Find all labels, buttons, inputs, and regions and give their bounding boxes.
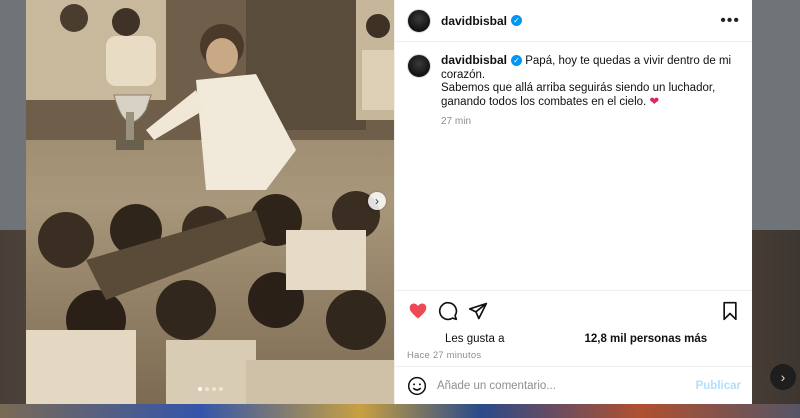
caption-avatar[interactable] — [407, 54, 431, 78]
caption-verified-badge-icon: ✓ — [511, 55, 523, 67]
verified-badge-icon: ✓ — [511, 15, 523, 26]
carousel-dot-4 — [218, 387, 223, 391]
carousel-dot-3 — [211, 387, 216, 391]
likes-prefix: Les gusta a — [445, 333, 505, 345]
background-thumbnails — [0, 404, 800, 418]
background-next-post-button[interactable]: › — [770, 364, 796, 390]
carousel-dot-2 — [204, 387, 209, 391]
vintage-photo-illustration — [26, 0, 394, 404]
author-username[interactable]: davidbisbal — [441, 14, 507, 28]
author-avatar[interactable] — [407, 8, 431, 33]
carousel-dot-1 — [197, 387, 202, 391]
more-icon[interactable]: ••• — [720, 12, 740, 30]
post-actions: Les gusta a 12,8 mil personas más Hace 2… — [395, 290, 752, 361]
post-modal: › davidbisbal ✓ ••• davidbisbal ✓ Papá, h… — [26, 0, 752, 404]
comment-icon[interactable] — [437, 300, 459, 322]
caption-line-3: ganando todos los combates en el cielo. — [441, 95, 647, 108]
carousel-dots — [26, 387, 394, 391]
caption-time: 27 min — [441, 116, 472, 127]
caption-body: davidbisbal ✓ Papá, hoy te quedas a vivir… — [441, 53, 740, 129]
action-icons — [407, 299, 741, 323]
post-photo: › — [26, 0, 394, 404]
add-comment-bar: Publicar — [395, 366, 752, 404]
post-panel: davidbisbal ✓ ••• davidbisbal ✓ Papá, hoy… — [394, 0, 752, 404]
bookmark-icon[interactable] — [719, 300, 741, 322]
comment-input[interactable] — [437, 379, 687, 392]
emoji-icon[interactable] — [407, 376, 427, 396]
carousel-next-button[interactable]: › — [368, 192, 386, 210]
heart-icon[interactable] — [407, 300, 429, 322]
post-timestamp[interactable]: Hace 27 minutos — [407, 350, 741, 361]
heart-emoji-icon: ❤ — [649, 95, 660, 108]
caption-line-2: Sabemos que allá arriba seguirás siendo … — [441, 82, 716, 94]
post-header: davidbisbal ✓ ••• — [395, 0, 752, 42]
likes-summary: Les gusta a 12,8 mil personas más — [407, 333, 741, 345]
publish-comment-button[interactable]: Publicar — [696, 380, 741, 392]
share-icon[interactable] — [467, 300, 489, 322]
caption: davidbisbal ✓ Papá, hoy te quedas a vivir… — [395, 42, 752, 129]
likes-count[interactable]: 12,8 mil personas más — [584, 333, 707, 345]
caption-username[interactable]: davidbisbal — [441, 53, 507, 67]
